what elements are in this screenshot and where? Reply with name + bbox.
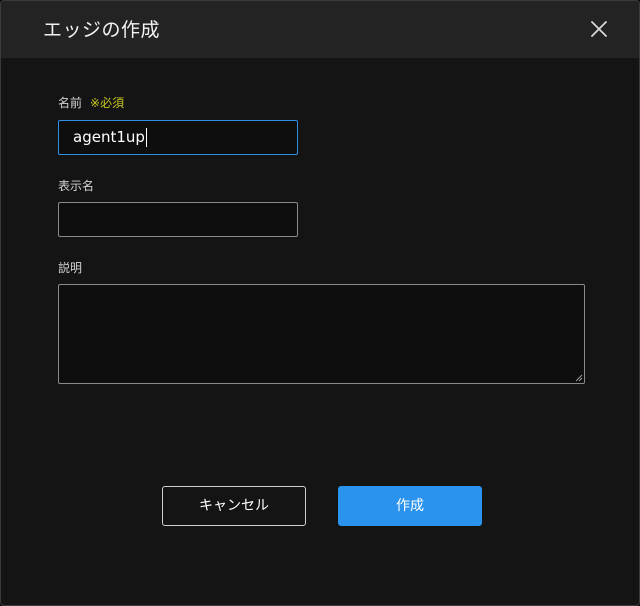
display-name-label: 表示名 (58, 179, 95, 193)
required-mark: ※必須 (90, 96, 125, 110)
description-label: 説明 (58, 261, 83, 275)
dialog-header: エッジの作成 (1, 1, 639, 58)
create-edge-dialog: エッジの作成 名前 ※必須 agent1up 表示名 説明 キャンセル 作成 (0, 0, 640, 606)
dialog-title: エッジの作成 (43, 19, 161, 41)
display-name-input[interactable] (58, 202, 298, 237)
name-field-label: 名前 ※必須 (58, 95, 124, 111)
name-input[interactable]: agent1up (58, 120, 298, 155)
description-textarea[interactable] (58, 284, 585, 384)
close-button[interactable] (585, 15, 613, 43)
close-icon (591, 21, 607, 37)
name-input-value: agent1up (73, 128, 145, 146)
resize-grip-icon[interactable] (575, 374, 583, 382)
name-label: 名前 (58, 96, 83, 110)
text-caret (145, 128, 147, 147)
create-button[interactable]: 作成 (338, 486, 482, 526)
cancel-button[interactable]: キャンセル (162, 486, 306, 526)
